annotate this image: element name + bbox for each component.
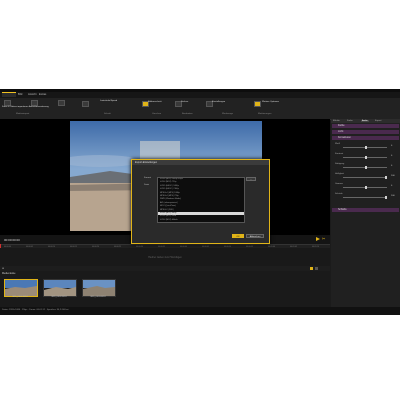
slider-knob[interactable] [365, 186, 367, 189]
app-window: Bild Ansicht Extras Fotos & Videos impor… [0, 89, 400, 315]
format-label: Format [144, 177, 151, 179]
media-thumb-label: IMG_0003.MP4 [90, 296, 106, 298]
media-thumb[interactable] [4, 279, 38, 297]
slider-gamma[interactable] [343, 186, 387, 189]
rotate-button[interactable]: Drehen [181, 101, 188, 103]
file-label: Datei [144, 184, 150, 186]
view-list-icon[interactable] [315, 267, 318, 270]
crop-button[interactable]: Bildausschnitt [148, 101, 162, 103]
panel-tab-effects[interactable]: Effekte [333, 120, 340, 122]
ribbon-toolbar: Fotos & Videos importieren Aufnahmesorti… [0, 98, 400, 120]
media-bin-title: Medienleiste [2, 272, 16, 275]
group-label-tools: Werkzeuge [222, 113, 234, 115]
slider-knob[interactable] [365, 156, 367, 159]
group-label-cut: Schnitt [104, 113, 111, 115]
ok-button[interactable]: OK [232, 234, 244, 238]
slider-saturation[interactable] [343, 166, 387, 169]
slider-contrast[interactable] [343, 156, 387, 159]
timeline-hint: Hierher ziehen zum Hinzufügen [148, 256, 182, 259]
panel-tabbar: Effekte Farbe Audio Export [331, 119, 400, 123]
panel-tab-audio[interactable]: Audio [361, 119, 369, 122]
slider-sharpness[interactable] [343, 196, 387, 199]
slider-knob[interactable] [365, 146, 367, 149]
group-label-import: Medienimport [16, 113, 30, 115]
row-value: 0 [391, 145, 393, 147]
row-label: Gamma [335, 183, 343, 185]
timecode: 00:00:00:00 [4, 237, 20, 242]
zoom-icon[interactable]: ⊕ [2, 267, 4, 270]
format-list[interactable]: H.264 (MP4) 1080p 30fps H.264 (MP4) 720p H… [157, 177, 245, 223]
row-value: 100 [391, 195, 395, 197]
split-icon[interactable]: ✂ [322, 236, 325, 241]
import-button[interactable]: Fotos & Videos importieren [2, 106, 28, 108]
slider-knob[interactable] [385, 176, 387, 179]
preferences-button[interactable]: Einstellungen [212, 101, 225, 103]
tab-file[interactable] [2, 92, 16, 97]
media-thumb-label: IMG_0001.MP4 [12, 296, 28, 298]
timeline-track[interactable]: Hierher ziehen zum Hinzufügen [0, 248, 330, 266]
section-color[interactable]: Farbe [332, 124, 399, 128]
browse-button[interactable]: … [246, 177, 256, 181]
media-thumb[interactable] [82, 279, 116, 297]
status-text: Daten: 1920×1080 · 25fps · Dauer: 00:01:… [2, 309, 69, 311]
media-thumb-label: IMG_0002.MP4 [51, 296, 67, 298]
row-label: Kontrast [335, 153, 344, 155]
slider-brightness[interactable] [343, 176, 387, 179]
row-label: Sättigung [335, 163, 345, 165]
row-label: Helligkeit [335, 173, 344, 175]
slider-white[interactable] [343, 146, 387, 149]
section-corrections[interactable]: Korrekturen [332, 136, 399, 140]
row-value: 0 [391, 165, 393, 167]
play-icon[interactable] [316, 237, 320, 241]
slider-knob[interactable] [385, 196, 387, 199]
view-grid-icon[interactable] [310, 267, 313, 270]
section-light[interactable]: Licht [332, 130, 399, 134]
tab-bild[interactable]: Bild [16, 93, 24, 97]
group-label-markers: Markierungen [258, 113, 272, 115]
row-label: Weiß [335, 143, 341, 145]
sort-button[interactable]: Aufnahmesortierung [29, 106, 49, 108]
volume-icon[interactable] [82, 101, 89, 107]
slider-knob[interactable] [365, 166, 367, 169]
format-list-item[interactable]: H.264 (MP4) Mobile [158, 219, 244, 222]
row-value: 0 [391, 155, 393, 157]
cancel-button[interactable]: Abbrechen [246, 234, 264, 238]
panel-tab-export[interactable]: Export [375, 120, 381, 122]
status-bar: Daten: 1920×1080 · 25fps · Dauer: 00:01:… [0, 307, 400, 315]
properties-panel: Effekte Farbe Audio Export Farbe Licht K… [331, 119, 400, 315]
media-thumb[interactable] [43, 279, 77, 297]
row-value: 100 [391, 175, 395, 177]
row-label: Schärfe [335, 193, 343, 195]
row-value: 0 [391, 185, 393, 187]
export-dialog: Export-Einstellungen Format Datei H.264 … [131, 159, 270, 244]
group-label-edit: Bearbeiten [182, 113, 193, 115]
marker-icon[interactable] [254, 101, 261, 107]
settings-icon[interactable] [58, 100, 65, 106]
tab-extras[interactable]: Extras [37, 93, 48, 97]
panel-tab-color[interactable]: Farbe [347, 120, 353, 122]
section-sharpness[interactable]: Schärfe [332, 208, 399, 212]
more-options-button[interactable]: Weitere Optionen [262, 101, 279, 103]
group-label-preview: Vorschau [152, 113, 162, 115]
volume-button[interactable]: Lautstärke/Speed [100, 100, 117, 102]
dialog-title: Export-Einstellungen [132, 160, 269, 165]
media-bin: Medienleiste IMG_0001.MP4 IMG_0002.MP4 I… [0, 271, 330, 307]
